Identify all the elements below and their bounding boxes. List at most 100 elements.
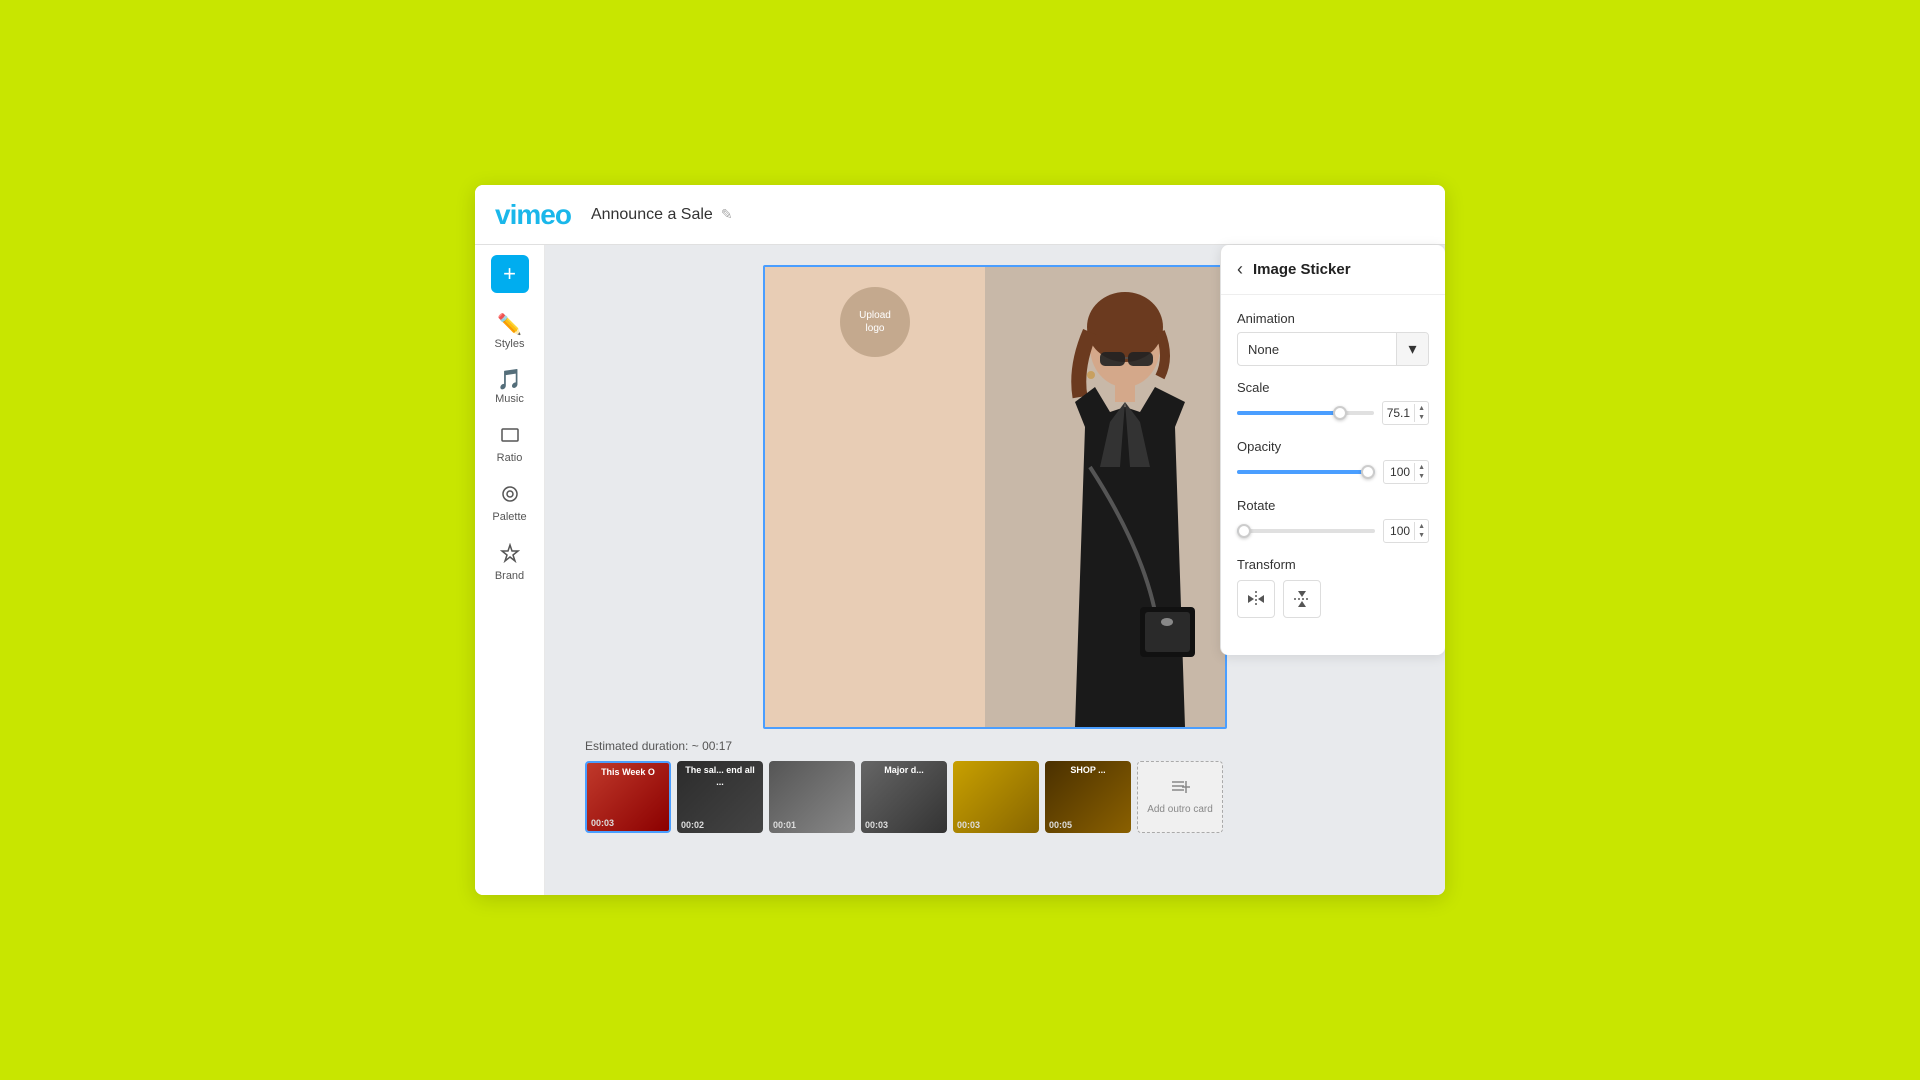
transform-section: Transform [1237, 557, 1429, 618]
left-sidebar: + ✏️ Styles 🎵 Music Ratio [475, 245, 545, 895]
palette-icon [500, 484, 520, 508]
rotate-slider-row: 100 ▲ ▼ [1237, 519, 1429, 543]
opacity-value-display: 100 ▲ ▼ [1383, 460, 1429, 484]
sidebar-item-ratio[interactable]: Ratio [475, 415, 544, 474]
header: vimeo Announce a Sale ✎ [475, 185, 1445, 245]
clip-1-duration: 00:03 [591, 818, 614, 828]
clip-4-label: Major d... [865, 765, 943, 777]
brand-icon [500, 543, 520, 567]
person-image [985, 267, 1225, 727]
sidebar-item-brand[interactable]: Brand [475, 533, 544, 592]
opacity-arrow-up[interactable]: ▲ [1415, 463, 1428, 472]
styles-icon: ✏️ [497, 315, 522, 335]
canvas-left: Upload logo [765, 267, 985, 727]
clip-4-duration: 00:03 [865, 820, 888, 830]
opacity-arrows[interactable]: ▲ ▼ [1414, 463, 1428, 481]
ratio-icon [500, 425, 520, 449]
add-button[interactable]: + [491, 255, 529, 293]
clip-thumb-6: SHOP ... 00:05 [1045, 761, 1131, 833]
estimated-duration: Estimated duration: ~ 00:17 [585, 739, 1405, 753]
sidebar-item-brand-label: Brand [495, 570, 524, 582]
back-button[interactable]: ‹ [1237, 259, 1243, 280]
clip-6-label: SHOP ... [1049, 765, 1127, 777]
rotate-arrow-up[interactable]: ▲ [1415, 522, 1428, 531]
rotate-control: Rotate 100 ▲ ▼ [1237, 498, 1429, 543]
scale-value-display: 75.1 ▲ ▼ [1382, 401, 1429, 425]
canvas-wrapper[interactable]: Upload logo SUPER SALE [763, 265, 1227, 729]
rotate-value-display: 100 ▲ ▼ [1383, 519, 1429, 543]
clip-3-duration: 00:01 [773, 820, 796, 830]
timeline-clips: This Week O 00:03 The sal... end all ...… [585, 761, 1405, 833]
clip-thumb-4: Major d... 00:03 [861, 761, 947, 833]
panel-header: ‹ Image Sticker [1221, 245, 1445, 295]
rotate-label: Rotate [1237, 498, 1429, 513]
vimeo-logo: vimeo [495, 199, 571, 231]
scale-slider-thumb[interactable] [1333, 406, 1347, 420]
project-title-text: Announce a Sale [591, 206, 713, 224]
scale-slider-row: 75.1 ▲ ▼ [1237, 401, 1429, 425]
flip-horizontal-button[interactable] [1237, 580, 1275, 618]
scale-arrows[interactable]: ▲ ▼ [1414, 404, 1428, 422]
transform-buttons [1237, 580, 1429, 618]
flip-vertical-button[interactable] [1283, 580, 1321, 618]
sidebar-item-music[interactable]: 🎵 Music [475, 360, 544, 415]
add-outro-button[interactable]: Add outro card [1137, 761, 1223, 833]
upload-logo-button[interactable]: Upload logo [840, 287, 910, 357]
clip-1[interactable]: This Week O 00:03 [585, 761, 671, 833]
sidebar-item-ratio-label: Ratio [497, 452, 523, 464]
scale-control: Scale 75.1 ▲ ▼ [1237, 380, 1429, 425]
project-title: Announce a Sale ✎ [591, 206, 733, 224]
upload-logo-line1: Upload [859, 309, 891, 322]
clip-thumb-2: The sal... end all ... 00:02 [677, 761, 763, 833]
upload-logo-line2: logo [866, 322, 885, 335]
clip-2[interactable]: The sal... end all ... 00:02 [677, 761, 763, 833]
sidebar-item-styles[interactable]: ✏️ Styles [475, 305, 544, 360]
dropdown-arrow-icon[interactable]: ▾ [1396, 333, 1428, 365]
opacity-control: Opacity 100 ▲ ▼ [1237, 439, 1429, 484]
opacity-slider-thumb[interactable] [1361, 465, 1375, 479]
edit-icon[interactable]: ✎ [721, 206, 733, 223]
animation-dropdown[interactable]: None ▾ [1237, 332, 1429, 366]
music-icon: 🎵 [497, 370, 522, 390]
panel-title: Image Sticker [1253, 261, 1351, 278]
animation-label: Animation [1237, 311, 1429, 326]
clip-thumb-3: 00:01 [769, 761, 855, 833]
image-sticker-panel: ‹ Image Sticker Animation None ▾ Scale [1220, 245, 1445, 655]
clip-4[interactable]: Major d... 00:03 [861, 761, 947, 833]
sidebar-item-palette[interactable]: Palette [475, 474, 544, 533]
scale-value-num: 75.1 [1383, 406, 1414, 420]
scale-label: Scale [1237, 380, 1429, 395]
canvas: Upload logo SUPER SALE [765, 267, 1225, 727]
rotate-slider-thumb[interactable] [1237, 524, 1251, 538]
clip-2-label: The sal... end all ... [681, 765, 759, 788]
rotate-arrow-down[interactable]: ▼ [1415, 531, 1428, 540]
rotate-value-num: 100 [1384, 524, 1414, 538]
opacity-slider-row: 100 ▲ ▼ [1237, 460, 1429, 484]
timeline-area: Estimated duration: ~ 00:17 This Week O … [565, 739, 1425, 833]
opacity-slider-track[interactable] [1237, 470, 1375, 474]
clip-3[interactable]: 00:01 [769, 761, 855, 833]
clip-5-duration: 00:03 [957, 820, 980, 830]
opacity-slider-fill [1237, 470, 1375, 474]
clip-5[interactable]: 00:03 [953, 761, 1039, 833]
clip-thumb-1: This Week O 00:03 [587, 763, 669, 831]
scale-slider-track[interactable] [1237, 411, 1374, 415]
add-outro-icon [1170, 779, 1190, 800]
opacity-arrow-down[interactable]: ▼ [1415, 472, 1428, 481]
sidebar-item-palette-label: Palette [492, 511, 526, 523]
scale-arrow-up[interactable]: ▲ [1415, 404, 1428, 413]
clip-thumb-5: 00:03 [953, 761, 1039, 833]
add-outro-label: Add outro card [1147, 804, 1213, 815]
transform-label: Transform [1237, 557, 1429, 572]
canvas-right: SUPER SALE [985, 267, 1225, 727]
clip-6[interactable]: SHOP ... 00:05 [1045, 761, 1131, 833]
animation-value: None [1238, 342, 1396, 357]
clip-6-duration: 00:05 [1049, 820, 1072, 830]
rotate-slider-track[interactable] [1237, 529, 1375, 533]
rotate-arrows[interactable]: ▲ ▼ [1414, 522, 1428, 540]
sidebar-item-styles-label: Styles [495, 338, 525, 350]
app-window: vimeo Announce a Sale ✎ + ✏️ Styles 🎵 Mu… [475, 185, 1445, 895]
animation-control: Animation None ▾ [1237, 311, 1429, 366]
clip-2-duration: 00:02 [681, 820, 704, 830]
scale-arrow-down[interactable]: ▼ [1415, 413, 1428, 422]
